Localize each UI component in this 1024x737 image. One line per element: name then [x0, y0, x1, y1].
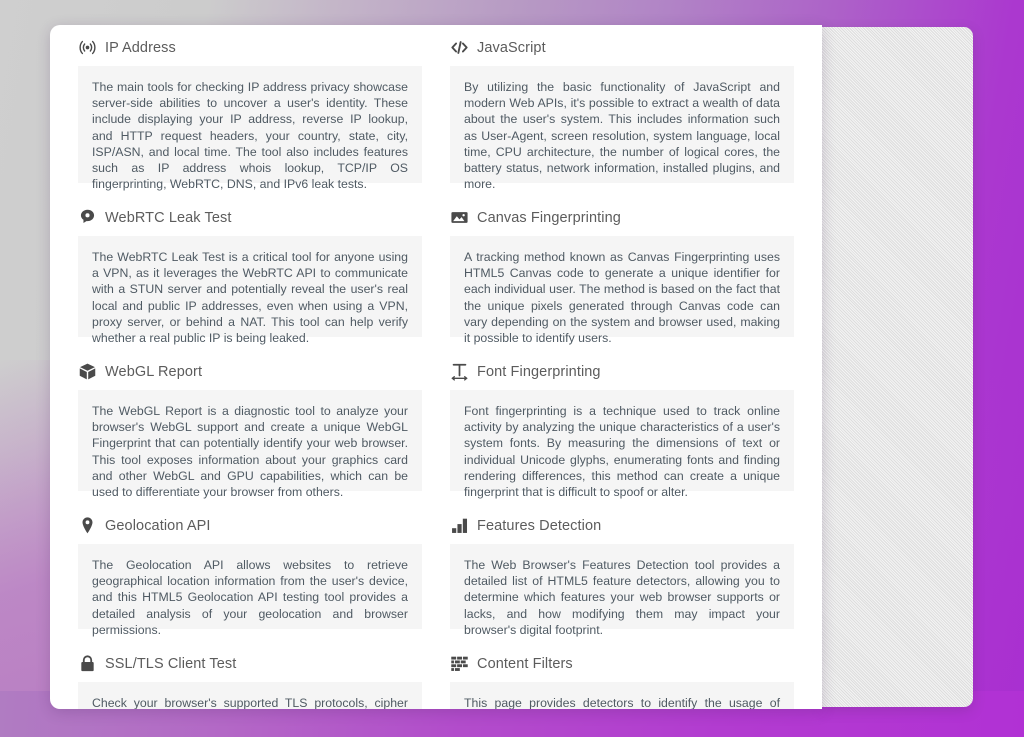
bar-steps-icon [450, 516, 469, 535]
section-canvas-fingerprinting: Canvas Fingerprinting A tracking method … [450, 195, 794, 345]
section-ip-address: IP Address The main tools for checking I… [78, 25, 422, 191]
section-font-fingerprinting: Font Fingerprinting Font fingerprinting … [450, 349, 794, 499]
section-body-text: This page provides detectors to identify… [464, 696, 780, 709]
section-title: Canvas Fingerprinting [477, 209, 621, 226]
lock-icon [78, 654, 97, 673]
section-header[interactable]: Features Detection [450, 503, 794, 544]
section-ssl-tls-client-test: SSL/TLS Client Test Check your browser's… [78, 641, 422, 709]
left-column: IP Address The main tools for checking I… [64, 25, 436, 709]
cube-icon [78, 362, 97, 381]
section-header[interactable]: Content Filters [450, 641, 794, 682]
section-header[interactable]: Geolocation API [78, 503, 422, 544]
section-geolocation-api: Geolocation API The Geolocation API allo… [78, 503, 422, 637]
section-body-text: The Geolocation API allows websites to r… [92, 558, 408, 637]
section-body: A tracking method known as Canvas Finger… [450, 236, 794, 345]
section-body: The WebRTC Leak Test is a critical tool … [78, 236, 422, 345]
section-javascript: JavaScript By utilizing the basic functi… [450, 25, 794, 191]
signal-waves-icon [78, 38, 97, 57]
section-body: Font fingerprinting is a technique used … [450, 390, 794, 499]
section-body-text: Check your browser's supported TLS proto… [92, 696, 408, 709]
section-body-text: Font fingerprinting is a technique used … [464, 404, 780, 500]
section-title: WebRTC Leak Test [105, 209, 232, 226]
sections-grid: IP Address The main tools for checking I… [50, 25, 822, 709]
content-scroll-area[interactable]: IP Address The main tools for checking I… [50, 25, 822, 709]
section-header[interactable]: JavaScript [450, 25, 794, 66]
section-body-text: The main tools for checking IP address p… [92, 80, 408, 192]
section-body: The Geolocation API allows websites to r… [78, 544, 422, 637]
section-header[interactable]: IP Address [78, 25, 422, 66]
section-body-text: A tracking method known as Canvas Finger… [464, 250, 780, 346]
section-title: SSL/TLS Client Test [105, 655, 237, 672]
section-webrtc-leak-test: WebRTC Leak Test The WebRTC Leak Test is… [78, 195, 422, 345]
main-content-card: IP Address The main tools for checking I… [50, 25, 822, 709]
section-body-text: The Web Browser's Features Detection too… [464, 558, 780, 637]
section-header[interactable]: Font Fingerprinting [450, 349, 794, 390]
webrtc-bubble-icon [78, 208, 97, 227]
section-body: The main tools for checking IP address p… [78, 66, 422, 191]
section-body-text: The WebRTC Leak Test is a critical tool … [92, 250, 408, 346]
section-features-detection: Features Detection The Web Browser's Fea… [450, 503, 794, 637]
section-body-text: By utilizing the basic functionality of … [464, 80, 780, 192]
right-column: JavaScript By utilizing the basic functi… [436, 25, 808, 709]
font-metrics-icon [450, 362, 469, 381]
section-title: Content Filters [477, 655, 573, 672]
section-body: The WebGL Report is a diagnostic tool to… [78, 390, 422, 499]
section-body-text: The WebGL Report is a diagnostic tool to… [92, 404, 408, 500]
section-body: This page provides detectors to identify… [450, 682, 794, 709]
code-tags-icon [450, 38, 469, 57]
section-header[interactable]: WebRTC Leak Test [78, 195, 422, 236]
section-header[interactable]: WebGL Report [78, 349, 422, 390]
brick-wall-icon [450, 654, 469, 673]
section-title: Features Detection [477, 517, 602, 534]
section-header[interactable]: SSL/TLS Client Test [78, 641, 422, 682]
section-title: IP Address [105, 39, 176, 56]
section-title: JavaScript [477, 39, 546, 56]
image-picture-icon [450, 208, 469, 227]
section-title: Font Fingerprinting [477, 363, 601, 380]
section-body: The Web Browser's Features Detection too… [450, 544, 794, 637]
section-header[interactable]: Canvas Fingerprinting [450, 195, 794, 236]
section-content-filters: Content Filters This page provides detec… [450, 641, 794, 709]
map-pin-icon [78, 516, 97, 535]
section-body: By utilizing the basic functionality of … [450, 66, 794, 191]
section-title: WebGL Report [105, 363, 203, 380]
section-webgl-report: WebGL Report The WebGL Report is a diagn… [78, 349, 422, 499]
section-body: Check your browser's supported TLS proto… [78, 682, 422, 709]
section-title: Geolocation API [105, 517, 211, 534]
right-texture-panel [822, 27, 973, 707]
